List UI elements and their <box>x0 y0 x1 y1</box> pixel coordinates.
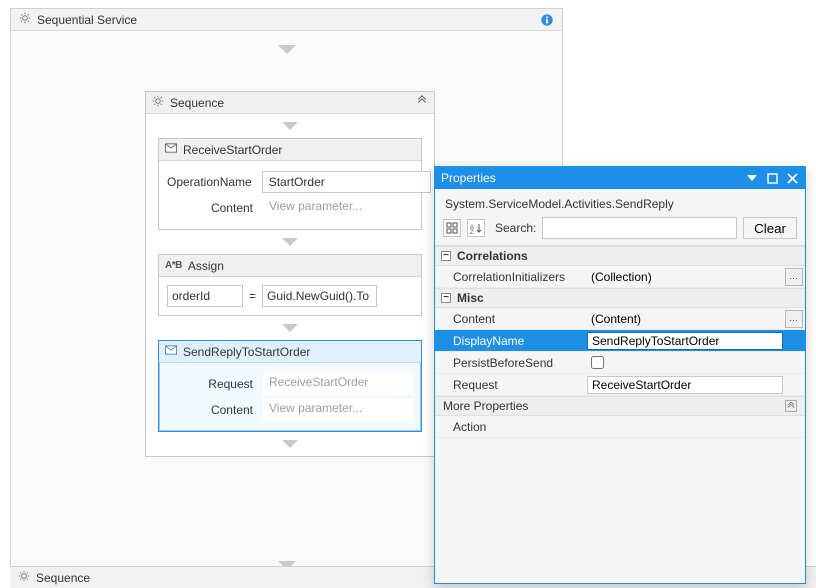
equals-label: = <box>247 289 258 303</box>
operationname-label: OperationName <box>167 175 256 189</box>
alphabetical-button[interactable]: AZ <box>467 219 485 237</box>
request-value[interactable] <box>587 376 783 394</box>
search-input[interactable] <box>542 217 737 239</box>
operationname-input[interactable] <box>262 171 431 193</box>
request-label: Request <box>167 377 257 391</box>
sequence-title: Sequence <box>170 96 224 110</box>
assign-to-input[interactable] <box>167 285 243 307</box>
prop-action[interactable]: Action <box>435 416 805 438</box>
drop-arrow[interactable] <box>146 316 434 340</box>
content-label: Content <box>167 403 257 417</box>
displayname-value[interactable] <box>587 332 783 350</box>
category-misc[interactable]: − Misc <box>435 288 805 308</box>
request-value: ReceiveStartOrder <box>263 373 413 395</box>
svg-text:Z: Z <box>470 230 474 234</box>
window-menu-icon[interactable] <box>745 171 759 185</box>
sequence-activity[interactable]: Sequence ReceiveStartOrder <box>145 91 435 457</box>
collapse-box-icon[interactable]: − <box>441 293 451 303</box>
prop-correlationinitializers[interactable]: CorrelationInitializers … <box>435 266 805 288</box>
assign-value-input[interactable] <box>262 285 377 307</box>
gear-icon <box>19 12 31 27</box>
persistbeforesend-checkbox[interactable] <box>591 356 604 369</box>
content-link[interactable]: View parameter... <box>263 399 413 421</box>
category-correlations[interactable]: − Correlations <box>435 246 805 266</box>
properties-toolbar: AZ Search: Clear <box>435 217 805 246</box>
drop-arrow-top[interactable] <box>11 31 562 68</box>
properties-titlebar[interactable]: Properties <box>435 167 805 189</box>
sequence-header[interactable]: Sequence <box>146 92 434 114</box>
action-value[interactable] <box>587 418 783 436</box>
content-link[interactable]: View parameter... <box>263 197 413 219</box>
properties-window[interactable]: Properties System.ServiceModel.Activitie… <box>434 166 806 584</box>
drop-arrow[interactable] <box>146 432 434 456</box>
clear-button[interactable]: Clear <box>743 217 797 239</box>
activity-title: Assign <box>188 259 224 273</box>
property-grid: − Correlations CorrelationInitializers …… <box>435 246 805 438</box>
search-label: Search: <box>495 221 536 235</box>
service-header: Sequential Service <box>11 9 562 31</box>
close-icon[interactable] <box>785 171 799 185</box>
categorized-button[interactable] <box>443 219 461 237</box>
activity-title: ReceiveStartOrder <box>183 143 282 157</box>
gear-icon <box>152 95 164 110</box>
message-in-icon <box>165 142 177 157</box>
ellipsis-button[interactable]: … <box>785 268 803 286</box>
prop-displayname[interactable]: DisplayName <box>435 330 805 352</box>
correlationinitializers-value[interactable] <box>587 268 783 286</box>
category-more-properties[interactable]: More Properties <box>435 396 805 416</box>
ellipsis-button[interactable]: … <box>785 310 803 328</box>
collapse-icon[interactable] <box>416 95 428 110</box>
prop-request[interactable]: Request <box>435 374 805 396</box>
prop-persistbeforesend[interactable]: PersistBeforeSend <box>435 352 805 374</box>
service-title: Sequential Service <box>37 13 137 27</box>
content-label: Content <box>167 201 257 215</box>
prop-content[interactable]: Content … <box>435 308 805 330</box>
properties-title: Properties <box>441 171 496 185</box>
receive-activity[interactable]: ReceiveStartOrder OperationName Content … <box>158 138 422 230</box>
selected-object-type: System.ServiceModel.Activities.SendReply <box>435 189 805 217</box>
drop-arrow[interactable] <box>146 230 434 254</box>
sendreply-activity[interactable]: SendReplyToStartOrder Request ReceiveSta… <box>158 340 422 432</box>
assign-icon: A*B <box>165 260 182 271</box>
gear-icon <box>18 570 30 585</box>
info-icon[interactable] <box>540 13 554 27</box>
collapse-box-icon[interactable]: − <box>441 251 451 261</box>
assign-activity[interactable]: A*B Assign = <box>158 254 422 316</box>
content-value[interactable] <box>587 310 783 328</box>
drop-arrow[interactable] <box>146 114 434 138</box>
collapsed-sequence-title: Sequence <box>36 571 90 585</box>
chevron-up-icon[interactable] <box>785 400 797 412</box>
message-out-icon <box>165 344 177 359</box>
maximize-icon[interactable] <box>765 171 779 185</box>
activity-title: SendReplyToStartOrder <box>183 345 310 359</box>
